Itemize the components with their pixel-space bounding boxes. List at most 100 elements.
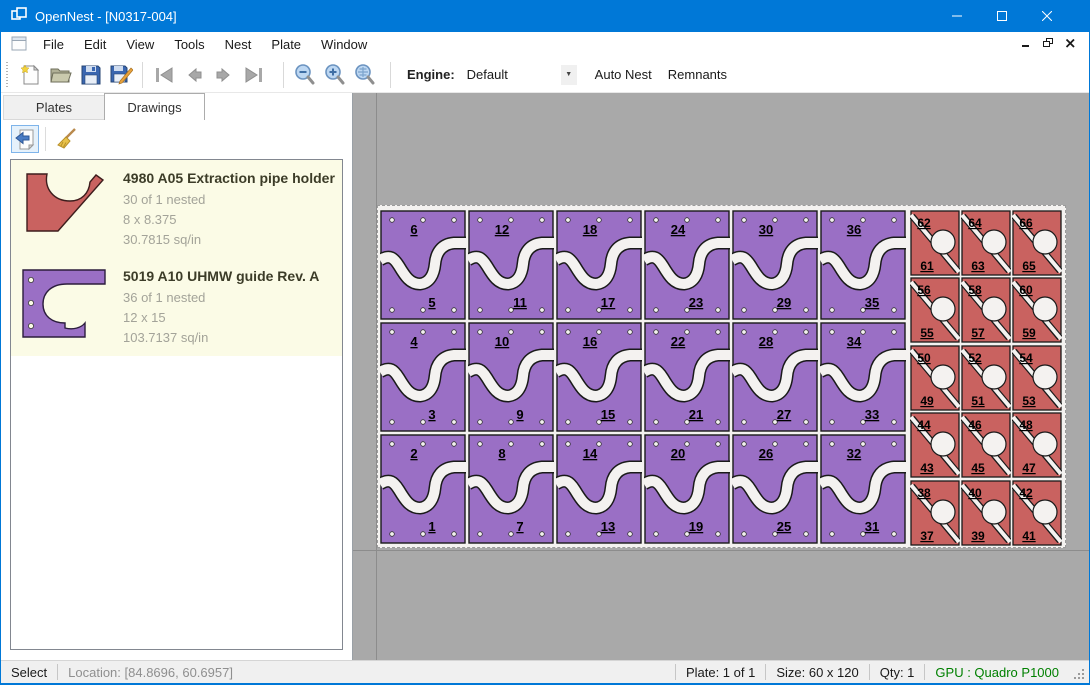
- svg-text:22: 22: [671, 334, 685, 349]
- svg-text:12: 12: [495, 222, 509, 237]
- svg-text:36: 36: [847, 222, 861, 237]
- nest-canvas[interactable]: 6 5 12 11 18 17 24 23: [353, 93, 1089, 660]
- menu-file[interactable]: File: [33, 33, 74, 56]
- svg-text:27: 27: [777, 407, 791, 422]
- send-back-icon[interactable]: [11, 125, 39, 153]
- nested-part-pair-red[interactable]: 52 51: [961, 345, 1011, 411]
- tab-drawings[interactable]: Drawings: [104, 93, 205, 120]
- panel-tabstrip: PlatesDrawings: [1, 93, 352, 120]
- drawing-area: 103.7137 sq/in: [123, 328, 336, 348]
- nested-part-pair-purple[interactable]: 18 17: [556, 210, 642, 320]
- nested-part-pair-red[interactable]: 40 39: [961, 480, 1011, 546]
- mdi-minimize-icon[interactable]: [1015, 39, 1037, 51]
- mdi-restore-icon[interactable]: [1037, 38, 1059, 51]
- tab-plates[interactable]: Plates: [3, 95, 104, 120]
- nested-part-pair-red[interactable]: 56 55: [910, 277, 960, 343]
- previous-plate-icon[interactable]: [179, 60, 209, 90]
- svg-text:11: 11: [513, 295, 527, 310]
- status-plate: Plate: 1 of 1: [676, 665, 765, 680]
- nested-part-pair-red[interactable]: 64 63: [961, 210, 1011, 276]
- origin-horizontal-guide: [353, 550, 1089, 551]
- svg-text:13: 13: [601, 519, 615, 534]
- save-icon[interactable]: [76, 60, 106, 90]
- save-as-icon[interactable]: [106, 60, 136, 90]
- last-plate-icon[interactable]: [239, 60, 269, 90]
- open-file-icon[interactable]: [46, 60, 76, 90]
- toolbar-grip[interactable]: [5, 62, 10, 88]
- drawing-nested-count: 30 of 1 nested: [123, 190, 336, 210]
- document-window-icon[interactable]: [11, 36, 27, 54]
- nested-part-pair-purple[interactable]: 36 35: [820, 210, 906, 320]
- next-plate-icon[interactable]: [209, 60, 239, 90]
- nested-part-pair-purple[interactable]: 8 7: [468, 434, 554, 544]
- nested-part-pair-purple[interactable]: 12 11: [468, 210, 554, 320]
- nested-part-pair-purple[interactable]: 30 29: [732, 210, 818, 320]
- nested-part-pair-purple[interactable]: 22 21: [644, 322, 730, 432]
- nested-part-pair-red[interactable]: 38 37: [910, 480, 960, 546]
- nested-part-pair-purple[interactable]: 4 3: [380, 322, 466, 432]
- zoom-in-icon[interactable]: [320, 60, 350, 90]
- drawing-list-item[interactable]: 5019 A10 UHMW guide Rev. A 36 of 1 neste…: [11, 258, 342, 356]
- nested-part-pair-purple[interactable]: 34 33: [820, 322, 906, 432]
- minimize-button[interactable]: [934, 0, 979, 32]
- first-plate-icon[interactable]: [149, 60, 179, 90]
- nested-part-pair-purple[interactable]: 24 23: [644, 210, 730, 320]
- menu-tools[interactable]: Tools: [164, 33, 214, 56]
- nested-part-pair-purple[interactable]: 16 15: [556, 322, 642, 432]
- svg-text:48: 48: [1019, 418, 1033, 432]
- status-bar: Select Location: [84.8696, 60.6957] Plat…: [1, 660, 1089, 685]
- maximize-button[interactable]: [979, 0, 1024, 32]
- mdi-close-icon[interactable]: [1059, 39, 1081, 51]
- svg-text:46: 46: [968, 418, 982, 432]
- menu-bar: FileEditViewToolsNestPlateWindow: [1, 32, 1089, 57]
- menu-nest[interactable]: Nest: [215, 33, 262, 56]
- nested-part-pair-red[interactable]: 60 59: [1012, 277, 1062, 343]
- nested-part-pair-purple[interactable]: 10 9: [468, 322, 554, 432]
- svg-text:53: 53: [1022, 394, 1036, 408]
- svg-text:50: 50: [917, 351, 931, 365]
- nested-part-pair-red[interactable]: 46 45: [961, 412, 1011, 478]
- zoom-out-icon[interactable]: [290, 60, 320, 90]
- nested-part-pair-purple[interactable]: 26 25: [732, 434, 818, 544]
- svg-text:38: 38: [917, 486, 931, 500]
- nested-part-pair-red[interactable]: 58 57: [961, 277, 1011, 343]
- drawing-size: 8 x 8.375: [123, 210, 336, 230]
- close-button[interactable]: [1024, 0, 1069, 32]
- svg-text:29: 29: [777, 295, 791, 310]
- new-file-icon[interactable]: [16, 60, 46, 90]
- engine-dropdown-icon[interactable]: ▼: [561, 65, 577, 85]
- nested-part-pair-red[interactable]: 54 53: [1012, 345, 1062, 411]
- plate-sheet[interactable]: 6 5 12 11 18 17 24 23: [377, 205, 1066, 548]
- nested-part-pair-red[interactable]: 62 61: [910, 210, 960, 276]
- svg-text:3: 3: [428, 407, 435, 422]
- nested-part-pair-purple[interactable]: 28 27: [732, 322, 818, 432]
- nested-part-pair-purple[interactable]: 32 31: [820, 434, 906, 544]
- nested-part-pair-purple[interactable]: 14 13: [556, 434, 642, 544]
- resize-grip-icon[interactable]: [1073, 668, 1087, 682]
- menu-plate[interactable]: Plate: [261, 33, 311, 56]
- nested-part-pair-purple[interactable]: 2 1: [380, 434, 466, 544]
- svg-text:30: 30: [759, 222, 773, 237]
- svg-text:37: 37: [920, 529, 934, 543]
- nested-part-pair-red[interactable]: 42 41: [1012, 480, 1062, 546]
- nested-part-pair-purple[interactable]: 6 5: [380, 210, 466, 320]
- nested-part-pair-red[interactable]: 48 47: [1012, 412, 1062, 478]
- svg-text:47: 47: [1022, 461, 1036, 475]
- menu-edit[interactable]: Edit: [74, 33, 116, 56]
- remnants-button[interactable]: Remnants: [660, 62, 735, 87]
- clear-broom-icon[interactable]: [52, 125, 80, 153]
- drawing-list-item[interactable]: 4980 A05 Extraction pipe holder 30 of 1 …: [11, 160, 342, 258]
- nested-part-pair-red[interactable]: 66 65: [1012, 210, 1062, 276]
- nested-part-pair-red[interactable]: 50 49: [910, 345, 960, 411]
- menu-window[interactable]: Window: [311, 33, 377, 56]
- nested-part-pair-purple[interactable]: 20 19: [644, 434, 730, 544]
- auto-nest-button[interactable]: Auto Nest: [587, 62, 660, 87]
- svg-text:17: 17: [601, 295, 615, 310]
- svg-text:33: 33: [865, 407, 879, 422]
- svg-text:25: 25: [777, 519, 791, 534]
- svg-text:58: 58: [968, 283, 982, 297]
- engine-combobox[interactable]: Default: [461, 64, 561, 86]
- zoom-fit-icon[interactable]: [350, 60, 380, 90]
- nested-part-pair-red[interactable]: 44 43: [910, 412, 960, 478]
- menu-view[interactable]: View: [116, 33, 164, 56]
